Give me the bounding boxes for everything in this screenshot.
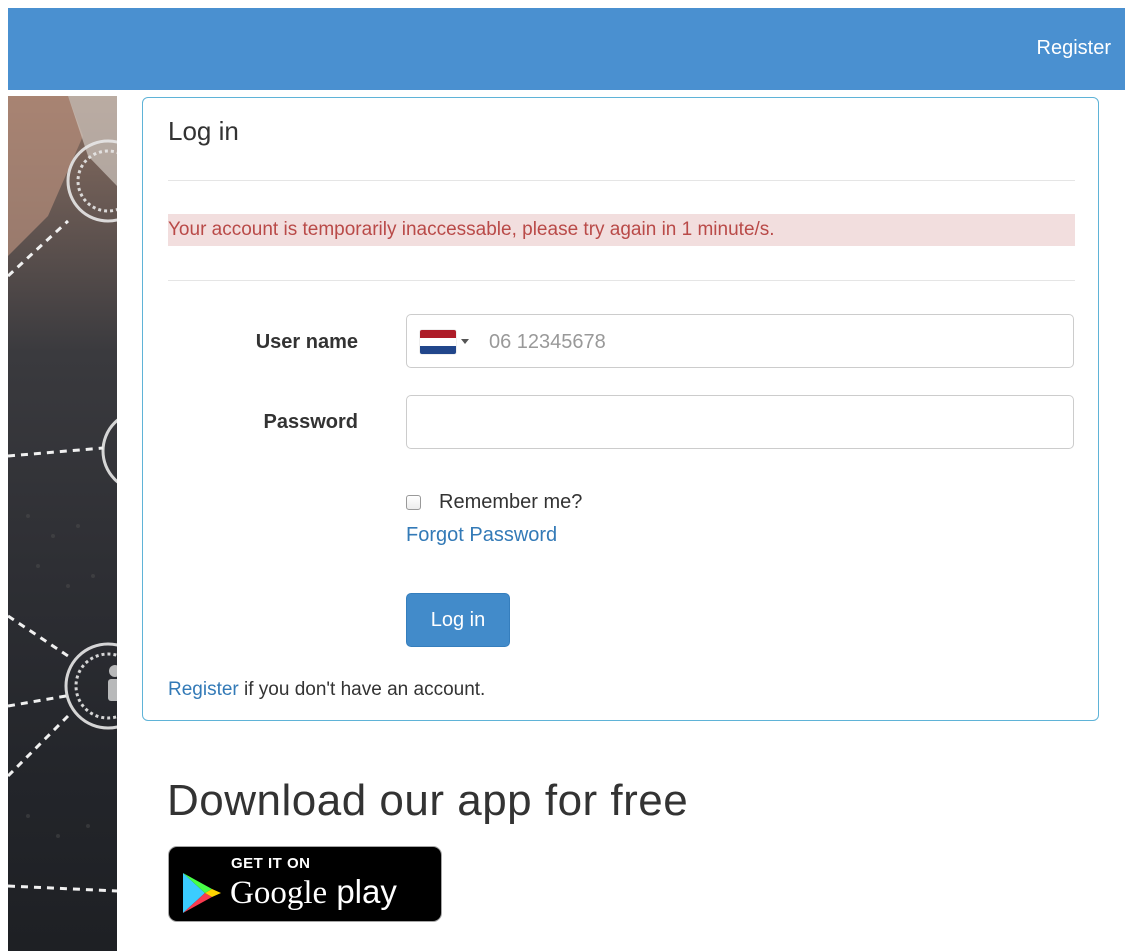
top-navbar: Register [8,8,1125,90]
login-button[interactable]: Log in [406,593,510,647]
badge-small-text: GET IT ON [231,855,311,872]
password-field [406,395,1074,450]
password-label: Password [263,411,358,433]
divider [168,280,1075,281]
divider [168,180,1075,181]
remember-me: Remember me? [406,491,582,514]
login-title: Log in [168,116,239,146]
login-panel: Log in Your account is temporarily inacc… [142,97,1099,721]
google-play-icon [183,873,221,913]
side-decorative-image [8,96,117,951]
password-input[interactable] [419,396,1063,450]
username-field [406,314,1074,369]
username-input[interactable] [487,315,1051,369]
page: Register Log in Your account is temporar… [0,0,1125,951]
username-label: User name [255,331,358,353]
badge-suffix: play [327,873,397,910]
badge-brand: Google [230,875,328,911]
chevron-down-icon[interactable] [461,339,469,344]
badge-big-text: Google play [230,873,397,912]
remember-me-label[interactable]: Remember me? [439,491,582,514]
nav-register-link[interactable]: Register [1037,37,1111,60]
register-link[interactable]: Register [168,679,239,700]
register-prompt: Register if you don't have an account. [168,679,485,701]
netherlands-flag-icon[interactable] [420,330,456,354]
network-people-illustration [8,96,117,893]
register-suffix: if you don't have an account. [238,679,486,700]
download-heading: Download our app for free [167,776,689,825]
remember-me-checkbox[interactable] [406,495,421,510]
google-play-badge[interactable]: GET IT ON Google play [168,846,442,922]
error-alert: Your account is temporarily inaccessable… [168,214,1075,246]
forgot-password-link[interactable]: Forgot Password [406,524,557,547]
